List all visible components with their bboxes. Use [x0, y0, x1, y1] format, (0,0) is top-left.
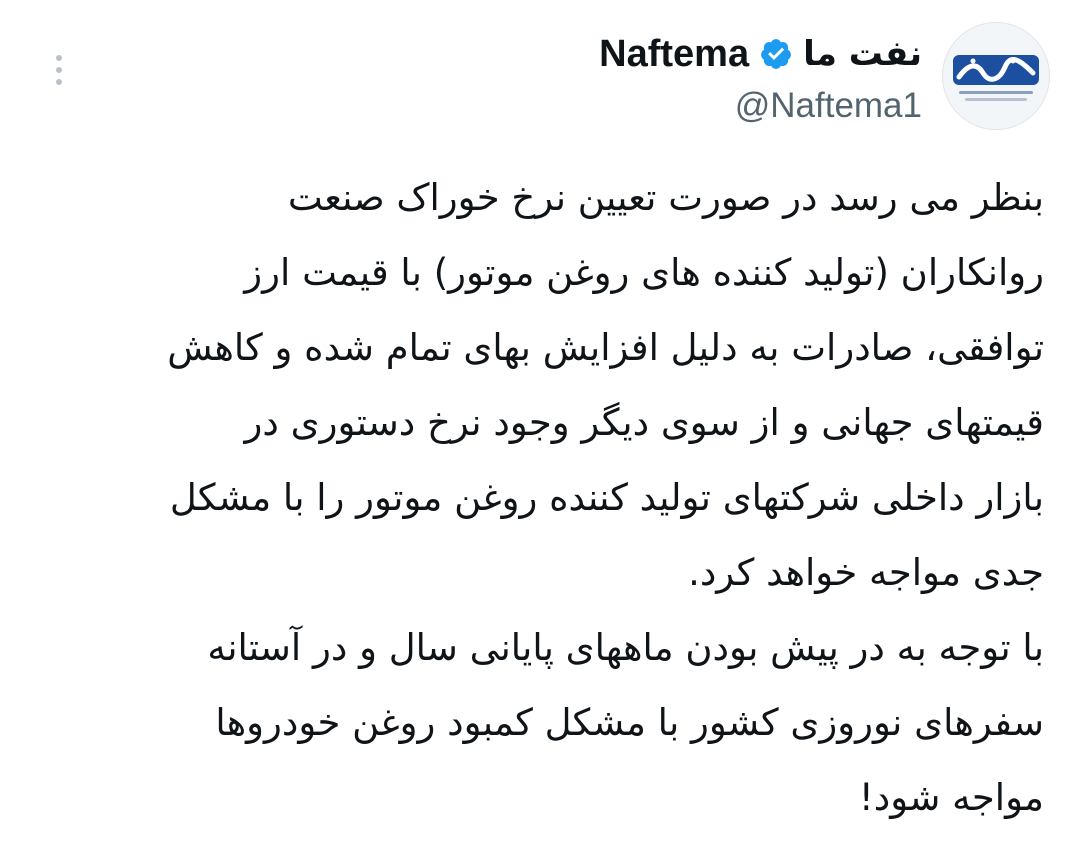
- more-options-dot: [56, 67, 62, 73]
- tweet-header: نفت ما Naftema @Naftema1: [30, 22, 1050, 132]
- tweet-text-line: روانکاران (تولید کننده های روغن موتور) ب…: [244, 251, 1044, 294]
- author-display-name-fa[interactable]: نفت ما: [803, 32, 922, 76]
- tweet-text-line: با توجه به در پیش بودن ماههای پایانی سال…: [207, 626, 1044, 669]
- naftema-logo-icon: [943, 23, 1049, 129]
- author-identity[interactable]: نفت ما Naftema @Naftema1: [599, 32, 922, 126]
- tweet-text-line: بنظر می رسد در صورت تعیین نرخ خوراک صنعت: [287, 176, 1044, 219]
- more-options-icon: [56, 55, 62, 61]
- more-options-button[interactable]: [44, 50, 74, 90]
- tweet-text-line: قیمتهای جهانی و از سوی دیگر وجود نرخ دست…: [244, 401, 1044, 444]
- tweet-text-line: سفرهای نوروزی کشور با مشکل کمبود روغن خو…: [215, 701, 1044, 744]
- tweet-text-line: مواجه شود!: [858, 776, 1044, 819]
- tweet-card: نفت ما Naftema @Naftema1 بنظر می رسد در …: [0, 0, 1080, 841]
- avatar[interactable]: [942, 22, 1050, 130]
- more-options-dot: [56, 79, 62, 85]
- author-name-row: نفت ما Naftema: [599, 32, 922, 76]
- author-display-name-en[interactable]: Naftema: [599, 32, 749, 76]
- verified-badge-icon: [759, 37, 793, 71]
- tweet-text: بنظر می رسد در صورت تعیین نرخ خوراک صنعت…: [34, 160, 1044, 835]
- tweet-text-line: جدی مواجه خواهد کرد.: [688, 551, 1044, 594]
- tweet-text-line: بازار داخلی شرکتهای تولید کننده روغن موت…: [169, 476, 1044, 519]
- author-handle[interactable]: @Naftema1: [599, 86, 922, 126]
- tweet-text-line: توافقی، صادرات به دلیل افزایش بهای تمام …: [167, 326, 1044, 369]
